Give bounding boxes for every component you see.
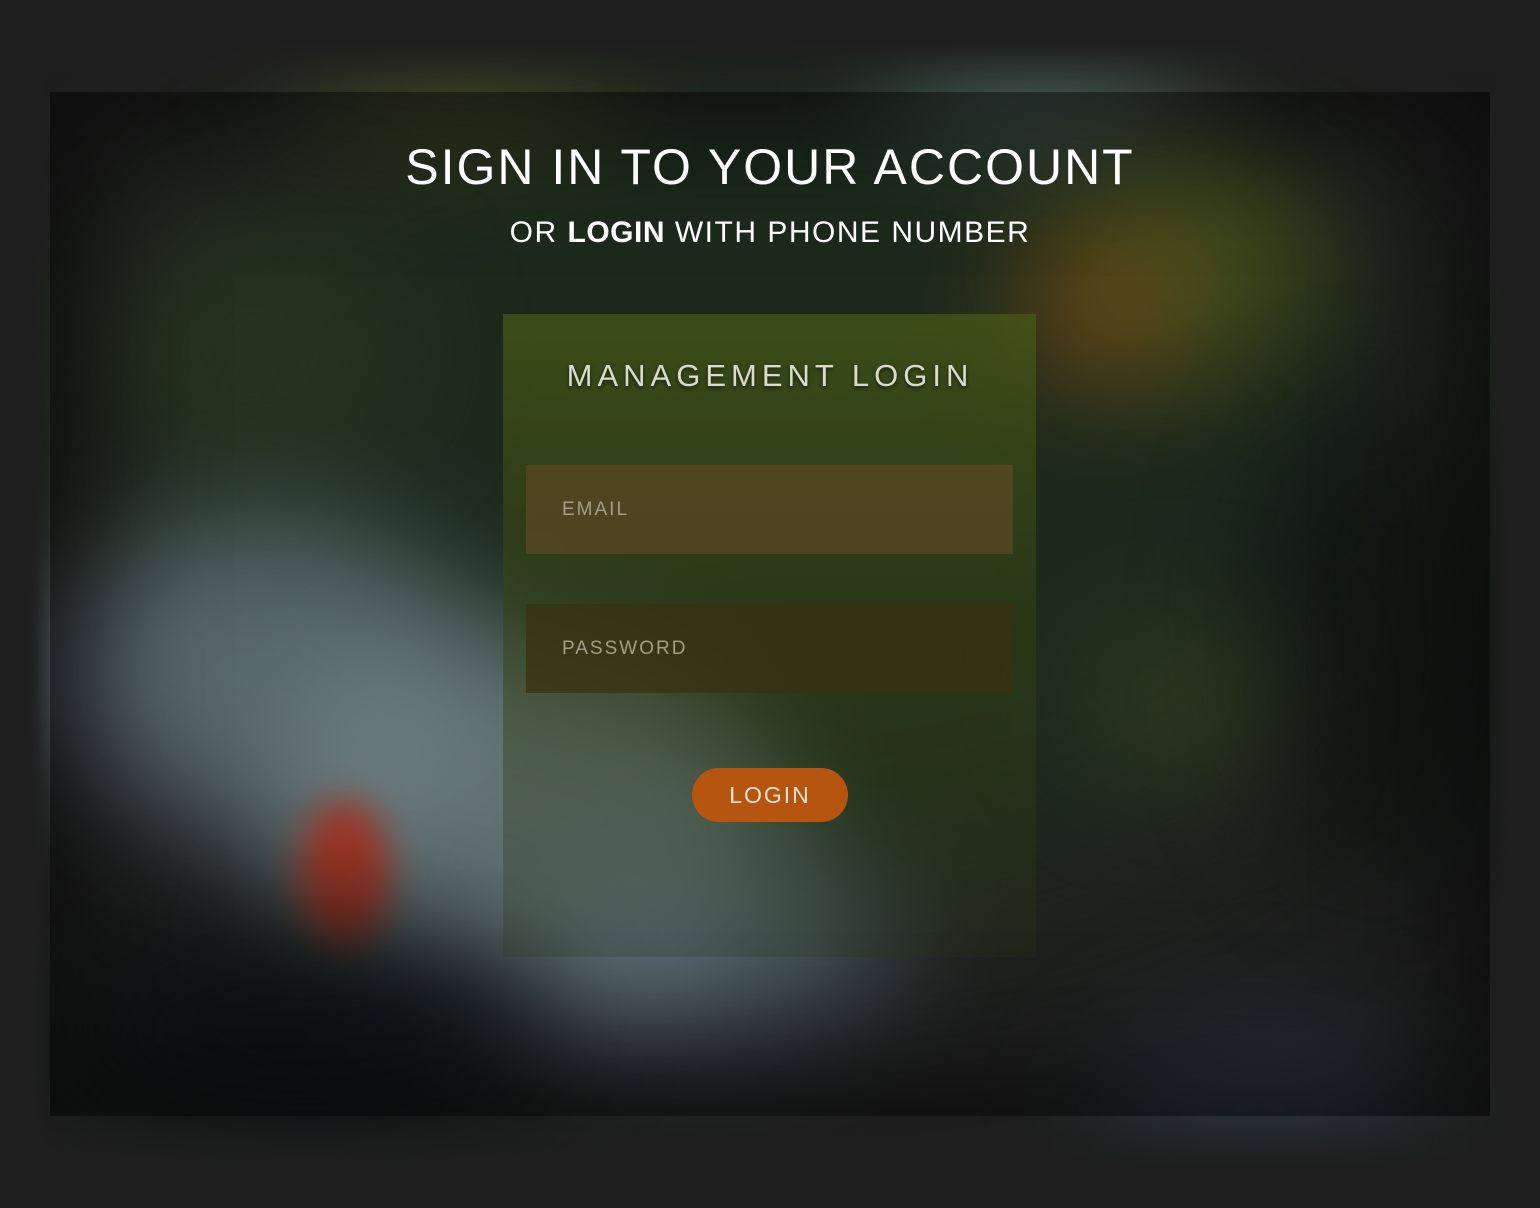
page-title: SIGN IN TO YOUR ACCOUNT xyxy=(405,139,1135,195)
login-button[interactable]: LOGIN xyxy=(692,768,848,822)
login-card-title: MANAGEMENT LOGIN xyxy=(566,358,974,393)
page-subtitle: OR LOGIN WITH PHONE NUMBER xyxy=(0,216,1540,250)
password-field[interactable] xyxy=(526,604,1013,693)
login-page: SIGN IN TO YOUR ACCOUNT OR LOGIN WITH PH… xyxy=(0,0,1540,1208)
subtitle-suffix: WITH PHONE NUMBER xyxy=(674,216,1031,249)
email-field[interactable] xyxy=(526,465,1013,554)
phone-login-link[interactable]: LOGIN xyxy=(568,216,666,249)
subtitle-prefix: OR xyxy=(509,216,558,249)
